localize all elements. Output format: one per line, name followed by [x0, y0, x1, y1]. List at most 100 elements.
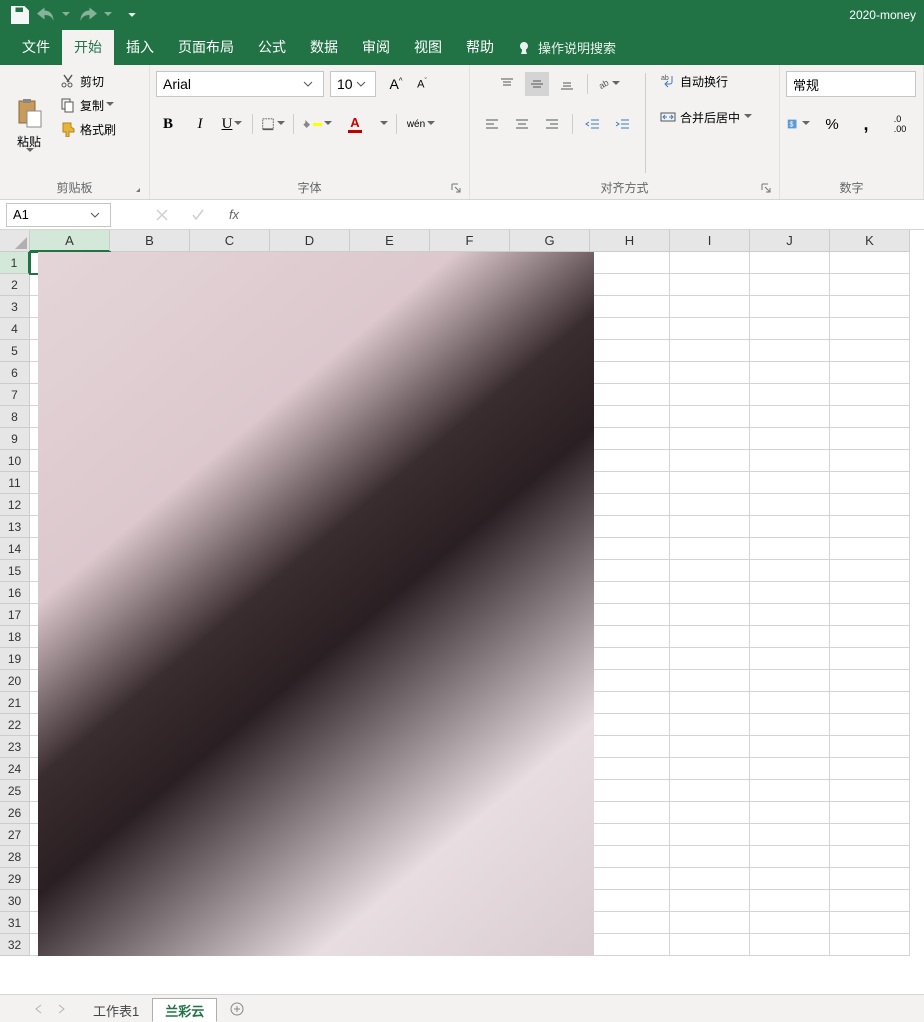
cell[interactable]: [750, 450, 830, 472]
embedded-picture[interactable]: [38, 252, 594, 956]
cell[interactable]: [670, 648, 750, 670]
cell[interactable]: [590, 450, 670, 472]
tab-page-layout[interactable]: 页面布局: [166, 30, 246, 65]
cell[interactable]: [670, 846, 750, 868]
percent-button[interactable]: %: [820, 112, 844, 136]
cell[interactable]: [670, 890, 750, 912]
row-header-14[interactable]: 14: [0, 538, 30, 560]
row-header-26[interactable]: 26: [0, 802, 30, 824]
cell[interactable]: [590, 472, 670, 494]
row-header-23[interactable]: 23: [0, 736, 30, 758]
row-header-32[interactable]: 32: [0, 934, 30, 956]
cell[interactable]: [830, 736, 910, 758]
underline-button[interactable]: U: [220, 112, 244, 136]
cell[interactable]: [750, 318, 830, 340]
enter-formula-button[interactable]: [187, 204, 209, 226]
cell[interactable]: [590, 692, 670, 714]
cell[interactable]: [830, 868, 910, 890]
cell[interactable]: [670, 802, 750, 824]
cell[interactable]: [590, 758, 670, 780]
row-header-11[interactable]: 11: [0, 472, 30, 494]
cell[interactable]: [590, 406, 670, 428]
cell[interactable]: [830, 582, 910, 604]
cell[interactable]: [670, 560, 750, 582]
cell[interactable]: [590, 670, 670, 692]
row-header-6[interactable]: 6: [0, 362, 30, 384]
cut-button[interactable]: 剪切: [56, 69, 108, 93]
cell[interactable]: [750, 340, 830, 362]
cell[interactable]: [830, 450, 910, 472]
align-top-button[interactable]: [495, 72, 519, 96]
cell[interactable]: [670, 604, 750, 626]
select-all-corner[interactable]: [0, 230, 30, 252]
cell[interactable]: [750, 274, 830, 296]
row-header-30[interactable]: 30: [0, 890, 30, 912]
qat-undo-more[interactable]: [62, 12, 70, 20]
cell[interactable]: [830, 362, 910, 384]
cell[interactable]: [590, 516, 670, 538]
row-header-13[interactable]: 13: [0, 516, 30, 538]
cell[interactable]: [830, 274, 910, 296]
cell[interactable]: [750, 846, 830, 868]
tell-me-search[interactable]: 操作说明搜索: [516, 38, 616, 57]
cell[interactable]: [830, 934, 910, 956]
cell[interactable]: [750, 714, 830, 736]
cell[interactable]: [670, 274, 750, 296]
column-header-D[interactable]: D: [270, 230, 350, 252]
cell[interactable]: [750, 406, 830, 428]
row-header-4[interactable]: 4: [0, 318, 30, 340]
cell[interactable]: [830, 890, 910, 912]
new-sheet-button[interactable]: [223, 997, 251, 1021]
qat-redo[interactable]: [76, 3, 100, 27]
number-format-combo[interactable]: 常规: [786, 71, 916, 97]
cell[interactable]: [670, 296, 750, 318]
cell[interactable]: [670, 670, 750, 692]
cell[interactable]: [670, 384, 750, 406]
cell[interactable]: [590, 296, 670, 318]
qat-redo-more[interactable]: [104, 12, 112, 20]
column-header-J[interactable]: J: [750, 230, 830, 252]
cell[interactable]: [670, 934, 750, 956]
column-header-C[interactable]: C: [190, 230, 270, 252]
cell[interactable]: [750, 802, 830, 824]
row-header-29[interactable]: 29: [0, 868, 30, 890]
cell[interactable]: [670, 472, 750, 494]
cell[interactable]: [830, 780, 910, 802]
cell[interactable]: [750, 934, 830, 956]
cell[interactable]: [750, 494, 830, 516]
cell[interactable]: [750, 472, 830, 494]
cell[interactable]: [750, 560, 830, 582]
cell[interactable]: [830, 604, 910, 626]
cell[interactable]: [670, 252, 750, 274]
cell[interactable]: [670, 362, 750, 384]
cell[interactable]: [670, 340, 750, 362]
cell[interactable]: [750, 648, 830, 670]
cell[interactable]: [830, 912, 910, 934]
cell[interactable]: [750, 538, 830, 560]
italic-button[interactable]: I: [188, 112, 212, 136]
row-header-20[interactable]: 20: [0, 670, 30, 692]
cell[interactable]: [750, 670, 830, 692]
column-header-A[interactable]: A: [30, 230, 110, 252]
row-header-3[interactable]: 3: [0, 296, 30, 318]
sheet-tab-0[interactable]: 工作表1: [80, 998, 152, 1022]
cell[interactable]: [590, 362, 670, 384]
cell[interactable]: [590, 648, 670, 670]
row-header-9[interactable]: 9: [0, 428, 30, 450]
cell[interactable]: [590, 582, 670, 604]
cell[interactable]: [830, 714, 910, 736]
cell[interactable]: [670, 428, 750, 450]
column-header-H[interactable]: H: [590, 230, 670, 252]
cell[interactable]: [750, 692, 830, 714]
cell[interactable]: [670, 450, 750, 472]
cell[interactable]: [590, 824, 670, 846]
cell[interactable]: [750, 384, 830, 406]
row-header-28[interactable]: 28: [0, 846, 30, 868]
cell[interactable]: [750, 516, 830, 538]
cell[interactable]: [830, 692, 910, 714]
cell[interactable]: [830, 802, 910, 824]
font-size-combo[interactable]: 10: [330, 71, 376, 97]
cell[interactable]: [590, 428, 670, 450]
align-right-button[interactable]: [540, 112, 564, 136]
cell[interactable]: [830, 406, 910, 428]
